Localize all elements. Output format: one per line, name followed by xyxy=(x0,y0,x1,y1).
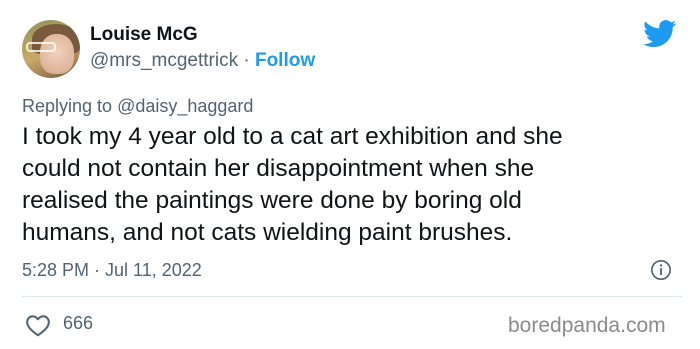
tweet-timestamp[interactable]: 5:28 PM · Jul 11, 2022 xyxy=(22,260,202,281)
replying-to: Replying to @daisy_haggard xyxy=(22,96,253,117)
author-name[interactable]: Louise McG xyxy=(90,24,198,46)
follow-button[interactable]: Follow xyxy=(255,50,315,71)
tweet-text: I took my 4 year old to a cat art exhibi… xyxy=(22,121,682,249)
heart-icon[interactable] xyxy=(25,313,51,337)
author-handle[interactable]: @mrs_mcgettrick xyxy=(90,50,238,71)
tweet-line: I took my 4 year old to a cat art exhibi… xyxy=(22,123,563,150)
divider xyxy=(22,296,682,297)
replying-prefix: Replying to xyxy=(22,96,113,116)
like-count: 666 xyxy=(63,313,94,333)
twitter-bird-icon[interactable] xyxy=(643,20,677,48)
tweet-line: realised the paintings were done by bori… xyxy=(22,187,522,214)
reply-mention[interactable]: @daisy_haggard xyxy=(117,96,253,116)
watermark: boredpanda.com xyxy=(508,314,666,337)
avatar-glasses xyxy=(26,42,56,52)
avatar-face xyxy=(40,34,74,74)
tweet-line: humans, and not cats wielding paint brus… xyxy=(22,219,513,246)
avatar[interactable] xyxy=(22,20,80,78)
info-icon[interactable] xyxy=(650,259,672,281)
tweet-line: could not contain her disappointment whe… xyxy=(22,155,535,182)
author-handle-row: @mrs_mcgettrick · Follow xyxy=(90,50,315,72)
handle-separator: · xyxy=(243,50,250,71)
